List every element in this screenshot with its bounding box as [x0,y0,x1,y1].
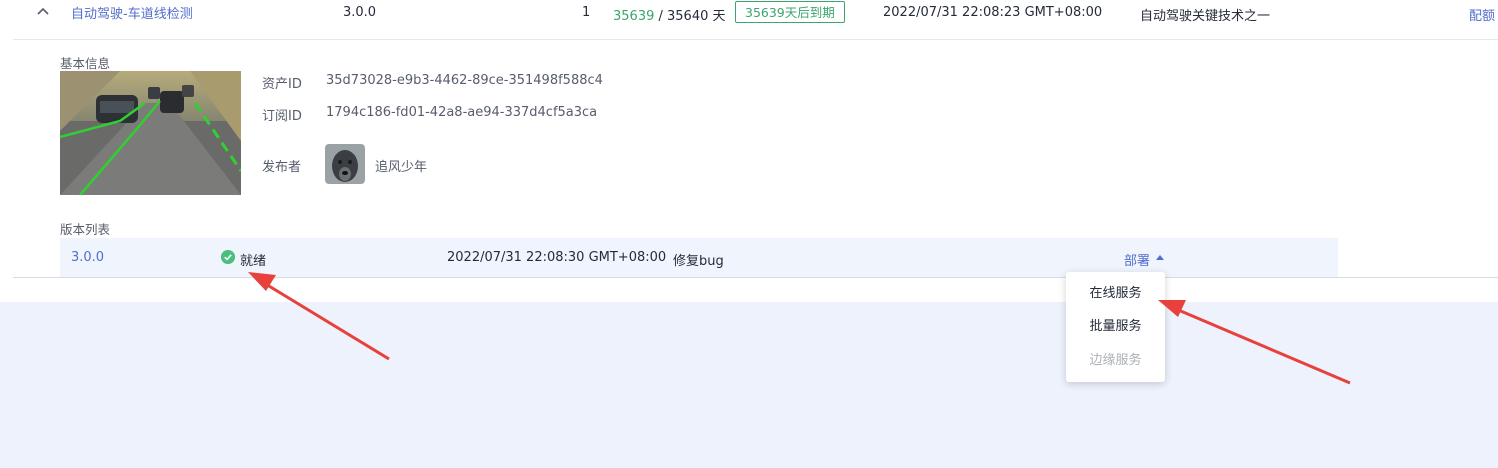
table-bottom-border [13,277,1498,278]
publisher-name: 追风少年 [375,160,428,175]
asset-name-link[interactable]: 自动驾驶-车道线检测 [71,3,193,22]
version-number-link[interactable]: 3.0.0 [71,250,104,265]
days-separator: / [654,9,668,24]
basic-info-title: 基本信息 [60,56,111,71]
asset-version: 3.0.0 [343,5,377,20]
menu-item-edge-service: 边缘服务 [1089,353,1142,368]
version-note: 修复bug [673,254,724,269]
subscription-id-value: 1794c186-fd01-42a8-ae94-337d4cf5a3ca [326,105,598,120]
asset-id-label: 资产ID [262,77,302,92]
caret-up-icon[interactable] [1156,255,1164,260]
chevron-up-icon[interactable] [36,4,50,18]
validity-days: 35639 / 35640 天 [613,5,726,24]
deploy-menu: 在线服务 批量服务 边缘服务 [1066,272,1165,382]
asset-count: 1 [582,5,591,20]
asset-timestamp: 2022/07/31 22:08:23 GMT+08:00 [883,5,1103,20]
expire-badge: 35639天后到期 [735,1,845,23]
publisher-avatar [325,144,365,184]
version-timestamp: 2022/07/31 22:08:30 GMT+08:00 [447,250,667,265]
menu-item-batch-service[interactable]: 批量服务 [1066,312,1165,342]
page-background [0,302,1498,468]
check-circle-icon [221,250,235,264]
subscription-id-label: 订阅ID [262,109,302,124]
version-status: 就绪 [240,254,267,269]
asset-thumbnail [60,71,241,195]
menu-item-online-service[interactable]: 在线服务 [1066,279,1165,309]
publisher-label: 发布者 [262,160,302,175]
days-remaining: 35639 [613,9,655,24]
quota-link[interactable]: 配额 [1469,5,1495,24]
deploy-button[interactable]: 部署 [1124,250,1150,269]
version-list-title: 版本列表 [60,222,111,237]
row-divider [13,39,1498,40]
asset-id-value: 35d73028-e9b3-4462-89ce-351498f588c4 [326,73,603,88]
days-total: 35640 天 [667,9,726,24]
asset-description: 自动驾驶关键技术之一 [1140,9,1271,24]
